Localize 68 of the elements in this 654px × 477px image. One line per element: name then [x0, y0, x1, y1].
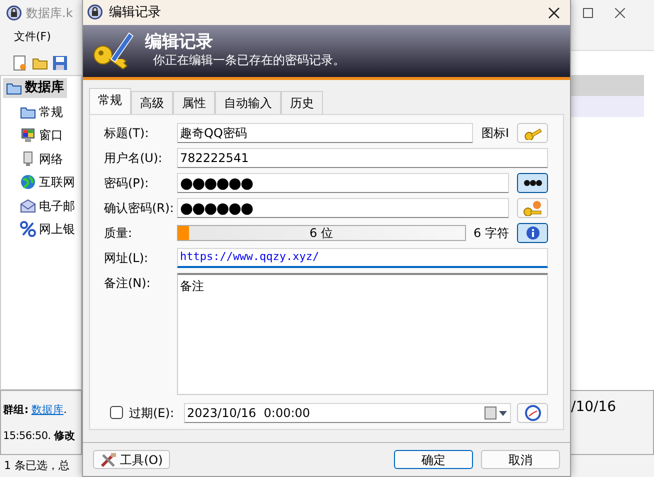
field-label: 用户名(U):: [104, 150, 164, 167]
lock-icon: [87, 4, 103, 20]
dialog-title: 编辑记录: [109, 4, 161, 22]
tab[interactable]: 常规: [89, 88, 131, 114]
dots-icon: [522, 178, 542, 187]
tab[interactable]: 高级: [131, 90, 173, 114]
close-icon: [548, 6, 560, 19]
detail-text: .: [63, 404, 67, 416]
show-password-button[interactable]: [517, 172, 548, 193]
tree-item[interactable]: 窗口: [17, 125, 66, 145]
field-label: 确认密码(R):: [104, 200, 175, 217]
maximize-icon: [583, 8, 593, 18]
username-field[interactable]: 782222541: [177, 148, 548, 168]
tree-item[interactable]: 常规: [17, 102, 66, 122]
envelope-icon: [20, 198, 36, 214]
window-title: 数据库.k: [26, 4, 73, 22]
monitor-icon: [20, 127, 36, 143]
detail-date: /10/16: [571, 399, 616, 415]
banner-title: 编辑记录: [145, 32, 214, 52]
tree-item[interactable]: 网上银: [17, 219, 78, 239]
tools-icon: [100, 452, 118, 468]
character-count: 6 字符: [474, 224, 509, 242]
notes-field[interactable]: 备注: [177, 272, 548, 395]
lock-icon: [6, 4, 22, 20]
tab[interactable]: 历史: [281, 90, 323, 114]
tree-item[interactable]: 互联网: [17, 172, 78, 192]
cancel-button[interactable]: 取消: [481, 450, 560, 469]
field-label: 质量:: [104, 224, 134, 242]
percent-icon: [20, 221, 36, 237]
close-icon: [615, 8, 625, 18]
menu-item[interactable]: 文件(F): [14, 29, 51, 46]
tab[interactable]: 自动输入: [215, 90, 281, 114]
field-label: 备注(N):: [104, 274, 152, 292]
date-field[interactable]: 2023/10/16 0:00:00: [184, 402, 511, 423]
info-button[interactable]: [517, 222, 548, 243]
expires-label: 过期(E):: [129, 404, 174, 422]
expiry-preset-button[interactable]: [517, 402, 548, 423]
tab[interactable]: 属性: [173, 90, 215, 114]
group-label: 群组:: [3, 404, 28, 416]
title-field[interactable]: 趣奇QQ密码: [177, 122, 474, 143]
key-gear-icon: [522, 200, 542, 216]
password-field[interactable]: ●●●●●●: [177, 198, 509, 218]
generate-password-button[interactable]: [517, 198, 548, 218]
calendar-dropdown-icon[interactable]: [484, 406, 508, 420]
tree-item[interactable]: 网络: [17, 148, 66, 168]
quality-text: 6 位: [310, 224, 333, 242]
new-file-icon[interactable]: [12, 54, 28, 70]
save-icon[interactable]: [52, 54, 68, 70]
banner-subtitle: 你正在编辑一条已存在的密码记录。: [152, 52, 345, 70]
group-link[interactable]: 数据库: [31, 404, 64, 416]
globe-icon: [20, 174, 36, 190]
clock-icon: [524, 404, 542, 421]
tree-item[interactable]: 电子邮: [17, 196, 78, 216]
tree-item[interactable]: 数据库: [3, 78, 67, 98]
icon-button[interactable]: [517, 122, 548, 143]
ok-button[interactable]: 确定: [394, 450, 473, 469]
field-label: 密码(P):: [104, 174, 150, 192]
field-label: 网址(L):: [104, 250, 150, 267]
detail-text: 15:56:50. 修改: [3, 429, 76, 444]
field-label: 标题(T):: [104, 124, 150, 142]
status-text: 1 条已选，总: [3, 458, 70, 474]
tools-button[interactable]: 工具(O): [93, 450, 170, 469]
info-icon: [526, 226, 540, 240]
expires-checkbox[interactable]: [110, 406, 123, 420]
password-field[interactable]: ●●●●●●: [177, 172, 509, 193]
url-field[interactable]: https://www.qqzy.xyz/: [177, 248, 548, 268]
icon-label: 图标I: [481, 124, 509, 142]
key-icon: [522, 126, 542, 140]
